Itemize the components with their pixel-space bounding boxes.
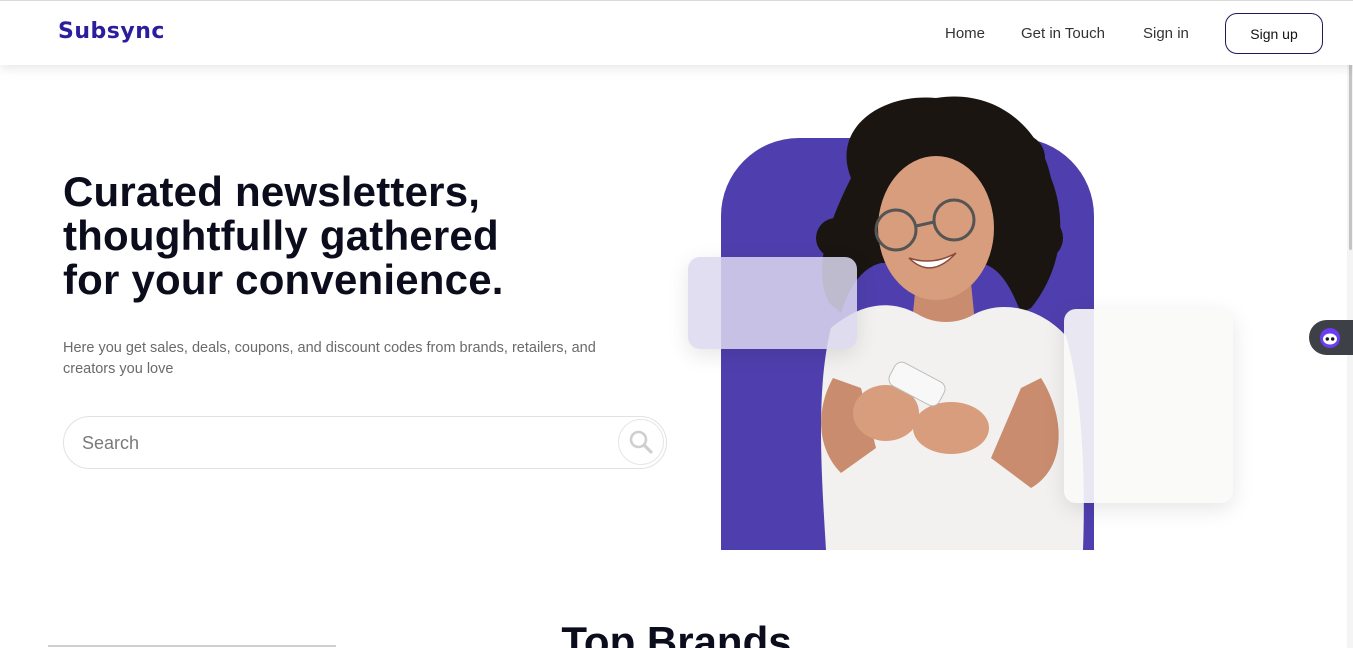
search-input[interactable] [82,431,602,456]
hero-headline-line: thoughtfully gathered [63,212,499,259]
nav-get-in-touch-link[interactable]: Get in Touch [1021,25,1105,42]
hero-headline-line: for your convenience. [63,256,504,303]
hero-subtitle: Here you get sales, deals, coupons, and … [63,340,596,377]
hero-headline: Curated newsletters, thoughtfully gather… [63,170,623,302]
chatbot-face-icon [1320,327,1340,348]
floating-card [1064,309,1233,503]
nav-home-link[interactable]: Home [945,25,985,42]
search-bar [63,416,667,469]
hero-headline-line: Curated newsletters, [63,168,481,215]
divider [48,645,336,647]
assistant-widget-button[interactable] [1309,320,1353,355]
floating-card [688,257,857,349]
search-icon [629,430,653,454]
search-button[interactable] [618,419,664,465]
nav-sign-in-link[interactable]: Sign in [1143,25,1189,42]
sign-up-button[interactable]: Sign up [1225,13,1323,54]
top-brands-heading: Top Brands [561,618,792,648]
hero-illustration [680,88,1240,550]
top-navbar: Subsync Home Get in Touch Sign in Sign u… [0,0,1353,65]
subsync-logo[interactable]: Subsync [58,19,165,44]
